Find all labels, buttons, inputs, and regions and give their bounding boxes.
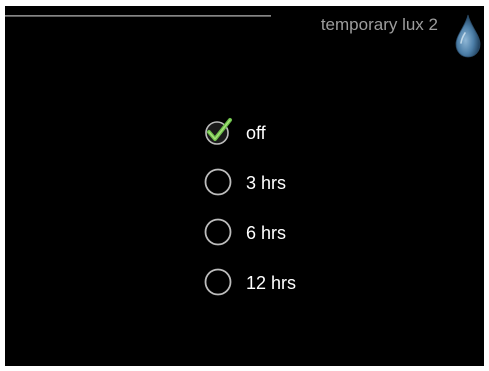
header-divider [5, 15, 271, 17]
option-6-hrs[interactable]: 6 hrs [203, 213, 363, 263]
option-label: off [246, 123, 266, 143]
option-label: 6 hrs [246, 223, 287, 243]
duration-options: off 3 hrs 6 hrs 12 hrs [203, 113, 363, 313]
display-screen: temporary lux 2 off 3 hrs 6 hrs 12 hrs [5, 6, 484, 366]
water-drop-icon [455, 14, 481, 58]
radio-empty-icon [204, 268, 232, 296]
page-title: temporary lux 2 [320, 15, 438, 34]
option-3-hrs[interactable]: 3 hrs [203, 163, 363, 213]
radio-empty-icon [204, 218, 232, 246]
option-off[interactable]: off [203, 113, 363, 163]
option-label: 3 hrs [246, 173, 287, 193]
option-label: 12 hrs [246, 273, 297, 293]
check-icon [205, 118, 232, 145]
option-12-hrs[interactable]: 12 hrs [203, 263, 363, 313]
radio-empty-icon [204, 168, 232, 196]
